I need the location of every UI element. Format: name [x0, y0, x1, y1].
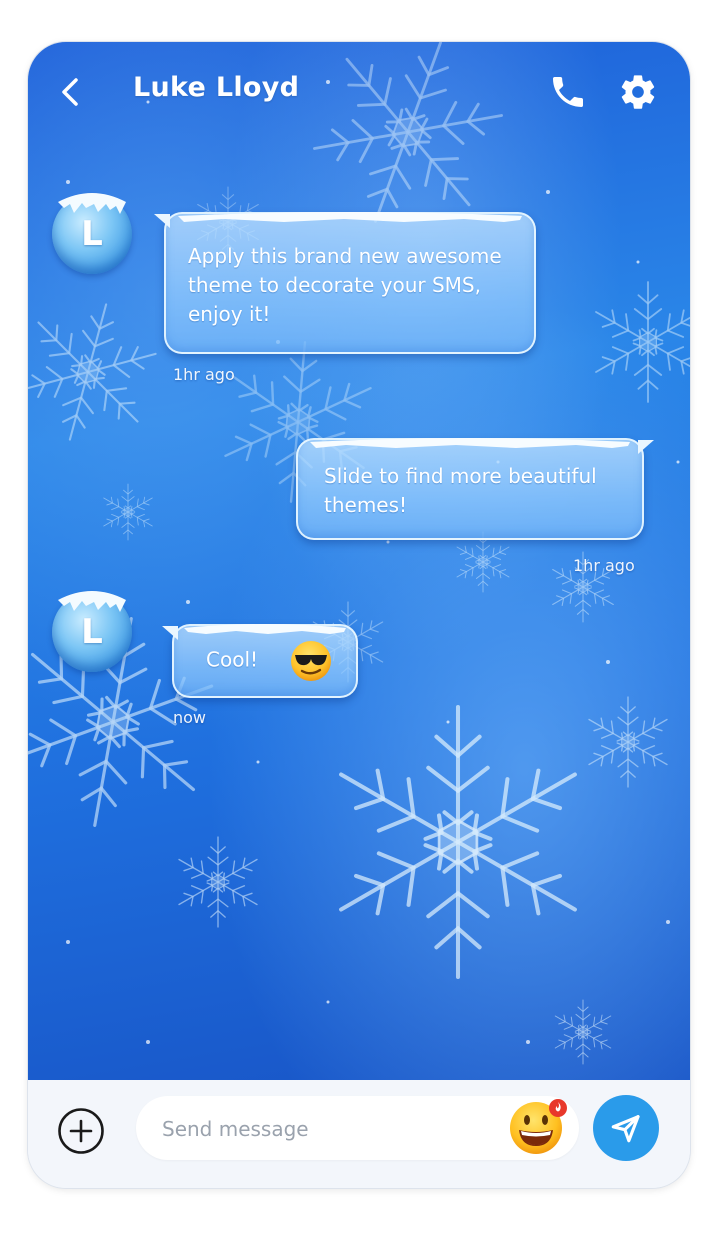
phone-frame: Luke Lloyd L Apply this brand new awesom…	[28, 42, 690, 1188]
contact-avatar[interactable]: L	[52, 591, 132, 672]
add-attachment-button[interactable]	[57, 1107, 105, 1155]
icicle-decoration	[58, 591, 126, 612]
bubble-tail	[638, 440, 654, 454]
back-button[interactable]	[52, 74, 88, 110]
sunglasses-emoji-icon	[291, 641, 332, 681]
message-text: Slide to find more beautiful themes!	[324, 464, 597, 517]
snow-cap-decoration	[178, 212, 522, 222]
chat-background: Luke Lloyd L Apply this brand new awesom…	[28, 42, 690, 1080]
message-composer	[28, 1080, 690, 1188]
message-text: Cool!	[206, 647, 259, 672]
snow-cap-decoration	[184, 624, 346, 634]
avatar-letter: L	[81, 214, 103, 254]
icicle-decoration	[58, 193, 126, 214]
message-time: 1hr ago	[573, 556, 635, 575]
gear-icon	[621, 75, 655, 109]
message-content: Cool!	[206, 640, 332, 682]
avatar-letter: L	[81, 612, 103, 652]
message-bubble-outgoing[interactable]: Slide to find more beautiful themes!	[296, 438, 654, 540]
phone-icon	[553, 77, 583, 107]
chevron-left-icon	[62, 78, 78, 106]
contact-name[interactable]: Luke Lloyd	[133, 72, 299, 103]
settings-button[interactable]	[618, 72, 658, 112]
call-button[interactable]	[548, 72, 588, 112]
send-button[interactable]	[593, 1095, 659, 1161]
message-time: 1hr ago	[173, 365, 235, 384]
contact-avatar[interactable]: L	[52, 193, 132, 274]
message-bubble-incoming[interactable]: Apply this brand new awesome theme to de…	[154, 212, 536, 354]
message-bubble-incoming[interactable]: Cool!	[162, 624, 358, 698]
chat-header: Luke Lloyd	[28, 42, 690, 142]
message-input[interactable]	[160, 1110, 484, 1148]
paper-plane-icon	[611, 1115, 640, 1143]
emoji-button[interactable]	[508, 1096, 568, 1156]
message-time: now	[173, 708, 207, 727]
bubble-tail	[162, 626, 178, 640]
bubble-tail	[154, 214, 170, 228]
snow-cap-decoration	[310, 438, 630, 448]
grinning-face-icon	[510, 1099, 567, 1154]
message-text: Apply this brand new awesome theme to de…	[188, 244, 502, 326]
plus-circle-icon	[58, 1108, 104, 1154]
